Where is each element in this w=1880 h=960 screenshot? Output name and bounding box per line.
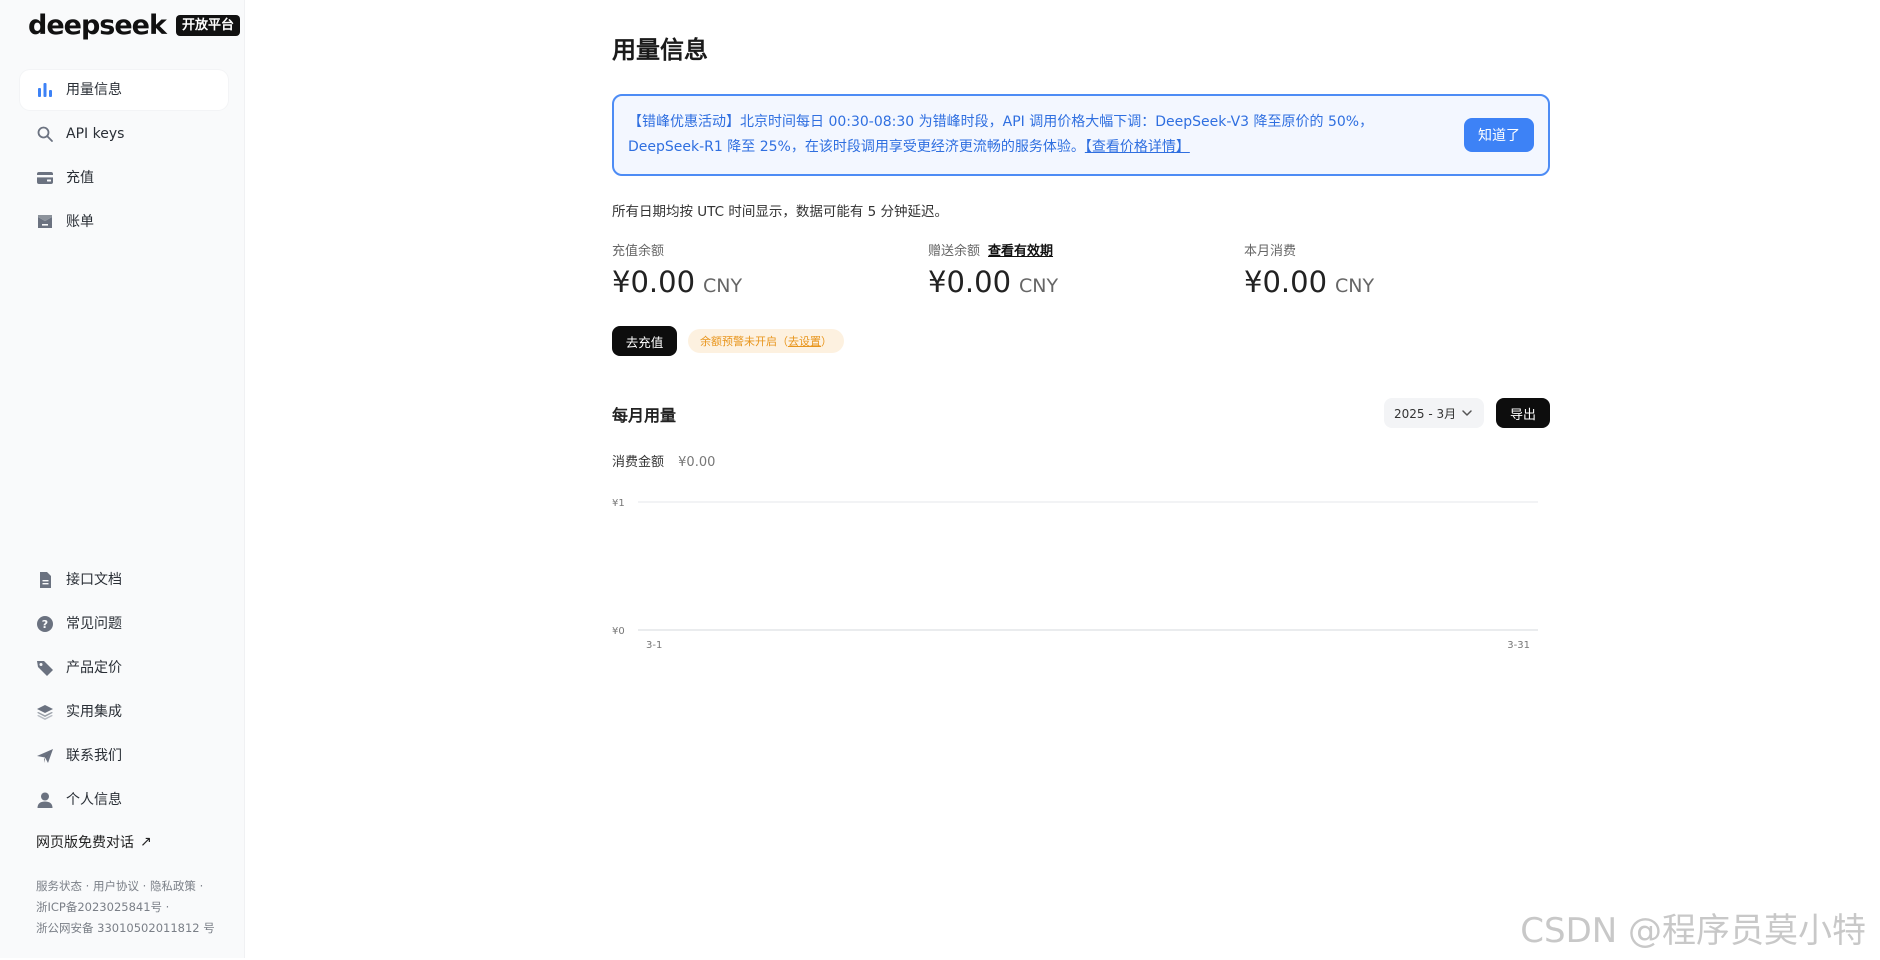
usage-chart-svg: ¥1 ¥0 3-1 3-31 <box>612 498 1538 651</box>
alert-settings-link[interactable]: 去设置 <box>788 333 821 349</box>
sidebar-item-recharge[interactable]: 充值 <box>20 158 228 198</box>
dismiss-banner-button[interactable]: 知道了 <box>1464 118 1534 152</box>
tag-icon <box>36 659 54 677</box>
wallet-icon <box>36 169 54 187</box>
promo-banner: 【错峰优惠活动】北京时间每日 00:30-08:30 为错峰时段，API 调用价… <box>612 94 1550 176</box>
stat-unit: CNY <box>1335 275 1375 297</box>
send-icon <box>36 747 54 765</box>
user-agreement-link[interactable]: 用户协议 <box>93 879 139 893</box>
search-icon <box>36 125 54 143</box>
banner-text: 【错峰优惠活动】北京时间每日 00:30-08:30 为错峰时段，API 调用价… <box>628 114 1374 155</box>
sidebar-item-label: 产品定价 <box>66 660 122 676</box>
sidebar-item-profile[interactable]: 个人信息 <box>20 780 228 820</box>
sidebar-footer: 服务状态 · 用户协议 · 隐私政策 · 浙ICP备2023025841号 · … <box>36 879 215 935</box>
web-chat-link[interactable]: 网页版免费对话 ↗ <box>36 832 152 852</box>
layers-icon <box>36 703 54 721</box>
sidebar-item-label: 实用集成 <box>66 704 122 720</box>
alert-suffix: ） <box>821 335 832 348</box>
sidebar-item-label: API keys <box>66 126 125 142</box>
sidebar-item-pricing[interactable]: 产品定价 <box>20 648 228 688</box>
monthly-usage-title: 每月用量 <box>612 406 677 425</box>
service-status-link[interactable]: 服务状态 <box>36 879 82 893</box>
chevron-down-icon <box>1460 406 1474 420</box>
alert-text: 余额预警未开启（ <box>700 335 788 348</box>
stat-label: 赠送余额 <box>928 244 981 259</box>
stat-monthly-spend: 本月消费 ¥0.00 CNY <box>1244 240 1374 299</box>
privacy-link[interactable]: 隐私政策 <box>150 879 196 893</box>
web-chat-label: 网页版免费对话 <box>36 835 134 851</box>
stat-recharge-balance: 充值余额 ¥0.00 CNY <box>612 240 742 299</box>
usage-chart: ¥1 ¥0 3-1 3-31 <box>612 488 1550 658</box>
sidebar-item-label: 接口文档 <box>66 572 122 588</box>
svg-text:?: ? <box>42 618 48 631</box>
y-tick-label: ¥1 <box>612 498 625 509</box>
sidebar-item-usage[interactable]: 用量信息 <box>20 70 228 110</box>
stat-gift-balance: 赠送余额 查看有效期 ¥0.00 CNY <box>928 240 1058 299</box>
sidebar-nav-bottom: 接口文档 ? 常见问题 产品定价 实用集成 联系我们 个人信息 <box>20 560 228 824</box>
sidebar-item-contact[interactable]: 联系我们 <box>20 736 228 776</box>
stat-value: ¥0.00 <box>612 265 696 299</box>
price-details-link[interactable]: 【查看价格详情】 <box>1085 139 1190 155</box>
watermark: CSDN @程序员莫小特 <box>1520 911 1866 951</box>
stat-label: 充值余额 <box>612 244 665 259</box>
sidebar: deepseek 开放平台 用量信息 API keys 充值 账单 接口文档 ?… <box>0 0 245 958</box>
spend-summary: 消费金额 ¥0.00 <box>612 451 715 470</box>
sidebar-item-bills[interactable]: 账单 <box>20 202 228 242</box>
page-title: 用量信息 <box>612 36 708 64</box>
utc-note: 所有日期均按 UTC 时间显示，数据可能有 5 分钟延迟。 <box>612 204 949 220</box>
external-link-icon: ↗ <box>140 834 152 850</box>
month-select-value: 2025 - 3月 <box>1394 406 1457 421</box>
stat-unit: CNY <box>1019 275 1059 297</box>
bill-icon <box>36 213 54 231</box>
brand-logo[interactable]: deepseek 开放平台 <box>28 10 240 41</box>
sidebar-item-api-keys[interactable]: API keys <box>20 114 228 154</box>
police-record-link[interactable]: 浙公网安备 33010502011812 号 <box>36 921 215 935</box>
sidebar-nav-top: 用量信息 API keys 充值 账单 <box>20 70 228 246</box>
x-tick-label: 3-1 <box>646 640 662 651</box>
spend-value: ¥0.00 <box>678 455 716 470</box>
sidebar-item-api-docs[interactable]: 接口文档 <box>20 560 228 600</box>
sidebar-item-label: 账单 <box>66 214 94 230</box>
y-tick-label: ¥0 <box>612 626 625 637</box>
month-select[interactable]: 2025 - 3月 <box>1384 398 1484 428</box>
recharge-button[interactable]: 去充值 <box>612 326 677 356</box>
brand-name: deepseek <box>28 10 167 41</box>
document-icon <box>36 571 54 589</box>
icp-link[interactable]: 浙ICP备2023025841号 <box>36 900 162 914</box>
brand-badge: 开放平台 <box>175 15 240 36</box>
sidebar-item-label: 个人信息 <box>66 792 122 808</box>
sidebar-item-label: 常见问题 <box>66 616 122 632</box>
view-validity-link[interactable]: 查看有效期 <box>988 240 1053 259</box>
user-icon <box>36 791 54 809</box>
sidebar-item-integrations[interactable]: 实用集成 <box>20 692 228 732</box>
bar-chart-icon <box>36 81 54 99</box>
sidebar-item-label: 充值 <box>66 170 94 186</box>
balance-alert-badge: 余额预警未开启（ 去设置） <box>688 329 844 353</box>
sidebar-item-faq[interactable]: ? 常见问题 <box>20 604 228 644</box>
export-button[interactable]: 导出 <box>1496 398 1550 428</box>
question-icon: ? <box>36 615 54 633</box>
sidebar-item-label: 用量信息 <box>66 82 122 98</box>
spend-label: 消费金额 <box>612 455 665 470</box>
x-tick-label: 3-31 <box>1507 640 1530 651</box>
stat-unit: CNY <box>703 275 743 297</box>
stat-value: ¥0.00 <box>928 265 1012 299</box>
stat-label: 本月消费 <box>1244 244 1297 259</box>
sidebar-item-label: 联系我们 <box>66 748 122 764</box>
stat-value: ¥0.00 <box>1244 265 1328 299</box>
app-window: deepseek 开放平台 用量信息 API keys 充值 账单 接口文档 ?… <box>0 0 1880 960</box>
